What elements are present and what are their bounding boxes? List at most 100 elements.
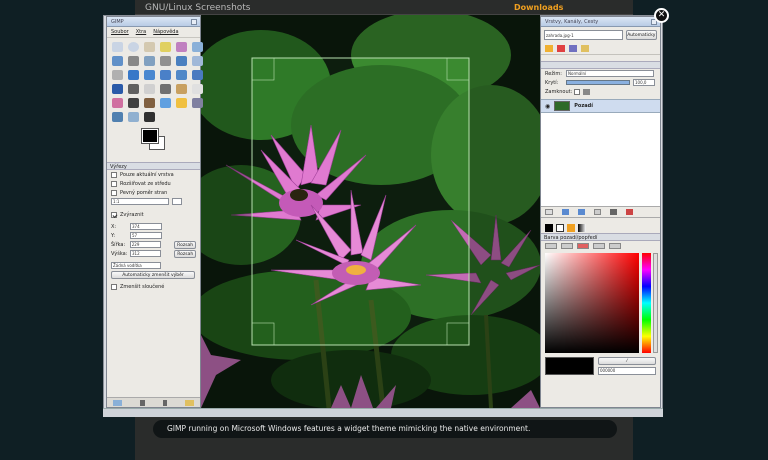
- eraser-icon[interactable]: [192, 84, 203, 94]
- fuzzy-select-icon[interactable]: [160, 42, 171, 52]
- bucket-fill-icon[interactable]: [128, 84, 139, 94]
- delete-layer-icon[interactable]: [626, 209, 633, 215]
- width-field[interactable]: 229: [129, 241, 162, 248]
- tab-undo-icon[interactable]: [581, 45, 589, 52]
- flip-icon[interactable]: [192, 70, 203, 80]
- width-unit-button[interactable]: Rozsah: [174, 240, 196, 249]
- cmyk-icon[interactable]: [561, 243, 573, 249]
- option-row[interactable]: Zmenšit sloučené: [107, 282, 200, 291]
- menu-file[interactable]: Soubor: [111, 29, 129, 35]
- palette-icon[interactable]: [567, 224, 575, 232]
- ellipse-select-icon[interactable]: [128, 42, 139, 52]
- gradient-icon[interactable]: [578, 224, 586, 232]
- rotate-icon[interactable]: [128, 70, 139, 80]
- dodge-icon[interactable]: [192, 98, 203, 108]
- reset-icon[interactable]: [185, 400, 194, 406]
- smudge-icon[interactable]: [176, 98, 187, 108]
- convolve-icon[interactable]: [128, 112, 139, 122]
- airbrush-icon[interactable]: [112, 98, 123, 108]
- height-unit-button[interactable]: Rozsah: [174, 249, 196, 258]
- checkbox[interactable]: [111, 180, 117, 187]
- option-row[interactable]: Zvýraznit: [107, 210, 200, 219]
- save-options-icon[interactable]: [113, 400, 122, 406]
- perspective-icon[interactable]: [176, 70, 187, 80]
- new-layer-icon[interactable]: [545, 209, 553, 215]
- lasso-icon[interactable]: [144, 42, 155, 52]
- hex-field[interactable]: 000000: [598, 367, 656, 375]
- ratio-toggle[interactable]: [172, 198, 182, 205]
- eye-icon[interactable]: ◉: [545, 103, 550, 110]
- image-canvas[interactable]: [201, 15, 540, 408]
- color-picker[interactable]: [545, 253, 658, 353]
- measure-icon[interactable]: [160, 56, 171, 66]
- layer-row[interactable]: ◉ Pozadí: [541, 99, 660, 113]
- height-field[interactable]: 312: [130, 250, 162, 257]
- blur-icon[interactable]: [112, 112, 123, 122]
- checkbox[interactable]: [111, 283, 117, 290]
- option-row[interactable]: Pevný poměr stran: [107, 188, 200, 197]
- scissors-icon[interactable]: [192, 42, 203, 52]
- y-field[interactable]: 57: [130, 232, 162, 239]
- option-row[interactable]: Rozšiřovat ze středu: [107, 179, 200, 188]
- dodge-burn-icon[interactable]: [144, 112, 155, 122]
- checkbox-checked[interactable]: [111, 211, 117, 218]
- checkbox[interactable]: [111, 171, 117, 178]
- magnify-icon[interactable]: [144, 56, 155, 66]
- shear-icon[interactable]: [160, 70, 171, 80]
- opacity-slider[interactable]: [566, 80, 630, 85]
- menu-help[interactable]: Nápověda: [153, 29, 178, 35]
- fg-color-icon[interactable]: [545, 224, 553, 232]
- text-icon[interactable]: [112, 84, 123, 94]
- lower-layer-icon[interactable]: [578, 209, 585, 215]
- color-picker-button[interactable]: ⁄: [598, 357, 656, 365]
- heal-icon[interactable]: [160, 98, 171, 108]
- crop-icon[interactable]: [112, 70, 123, 80]
- delete-icon[interactable]: [162, 400, 167, 406]
- auto-button[interactable]: Automaticky: [625, 30, 657, 40]
- lock-alpha-icon[interactable]: [583, 88, 590, 95]
- hue-slider[interactable]: [642, 253, 651, 353]
- opacity-field[interactable]: 100,0: [633, 79, 655, 86]
- move-icon[interactable]: [176, 56, 187, 66]
- anchor-icon[interactable]: [610, 209, 617, 215]
- gimp-selector-icon[interactable]: [545, 243, 557, 249]
- paths-icon[interactable]: [112, 56, 123, 66]
- duplicate-layer-icon[interactable]: [594, 209, 601, 215]
- saturation-value-square[interactable]: [545, 253, 639, 353]
- slider-scroll[interactable]: [653, 253, 658, 353]
- restore-icon[interactable]: [140, 400, 145, 406]
- color-select-icon[interactable]: [176, 42, 187, 52]
- blend-icon[interactable]: [144, 84, 155, 94]
- rect-select-icon[interactable]: [112, 42, 123, 52]
- menu-xtra[interactable]: Xtra: [136, 29, 147, 35]
- tab-paths-icon[interactable]: [569, 45, 577, 52]
- ratio-field[interactable]: 1:1: [111, 198, 169, 205]
- close-icon[interactable]: [191, 19, 197, 25]
- close-icon[interactable]: ✕: [654, 8, 669, 23]
- triangle-icon[interactable]: [577, 243, 589, 249]
- bg-color-icon[interactable]: [556, 224, 564, 232]
- guides-select[interactable]: Žádná vodítka: [111, 262, 161, 269]
- watercolor-icon[interactable]: [593, 243, 605, 249]
- tab-layers-icon[interactable]: [545, 45, 553, 52]
- lock-checkbox[interactable]: [574, 88, 580, 95]
- scale-icon[interactable]: [144, 70, 155, 80]
- tab-channels-icon[interactable]: [557, 45, 565, 52]
- pencil-icon[interactable]: [160, 84, 171, 94]
- downloads-link[interactable]: Downloads: [514, 3, 563, 12]
- image-select[interactable]: zahrada.jpg-1: [544, 30, 623, 40]
- raise-layer-icon[interactable]: [562, 209, 569, 215]
- ink-icon[interactable]: [128, 98, 139, 108]
- foreground-color-swatch[interactable]: [141, 128, 159, 144]
- color-picker-icon[interactable]: [128, 56, 139, 66]
- color-swatches[interactable]: [107, 126, 200, 152]
- option-row[interactable]: Pouze aktuální vrstva: [107, 170, 200, 179]
- x-field[interactable]: 374: [130, 223, 162, 230]
- auto-shrink-button[interactable]: Automaticky zmenšit výběr: [111, 270, 195, 279]
- brush-icon[interactable]: [176, 84, 187, 94]
- mode-select[interactable]: Normální: [566, 70, 654, 77]
- align-icon[interactable]: [192, 56, 203, 66]
- clone-icon[interactable]: [144, 98, 155, 108]
- checkbox[interactable]: [111, 189, 117, 196]
- wheel-icon[interactable]: [609, 243, 621, 249]
